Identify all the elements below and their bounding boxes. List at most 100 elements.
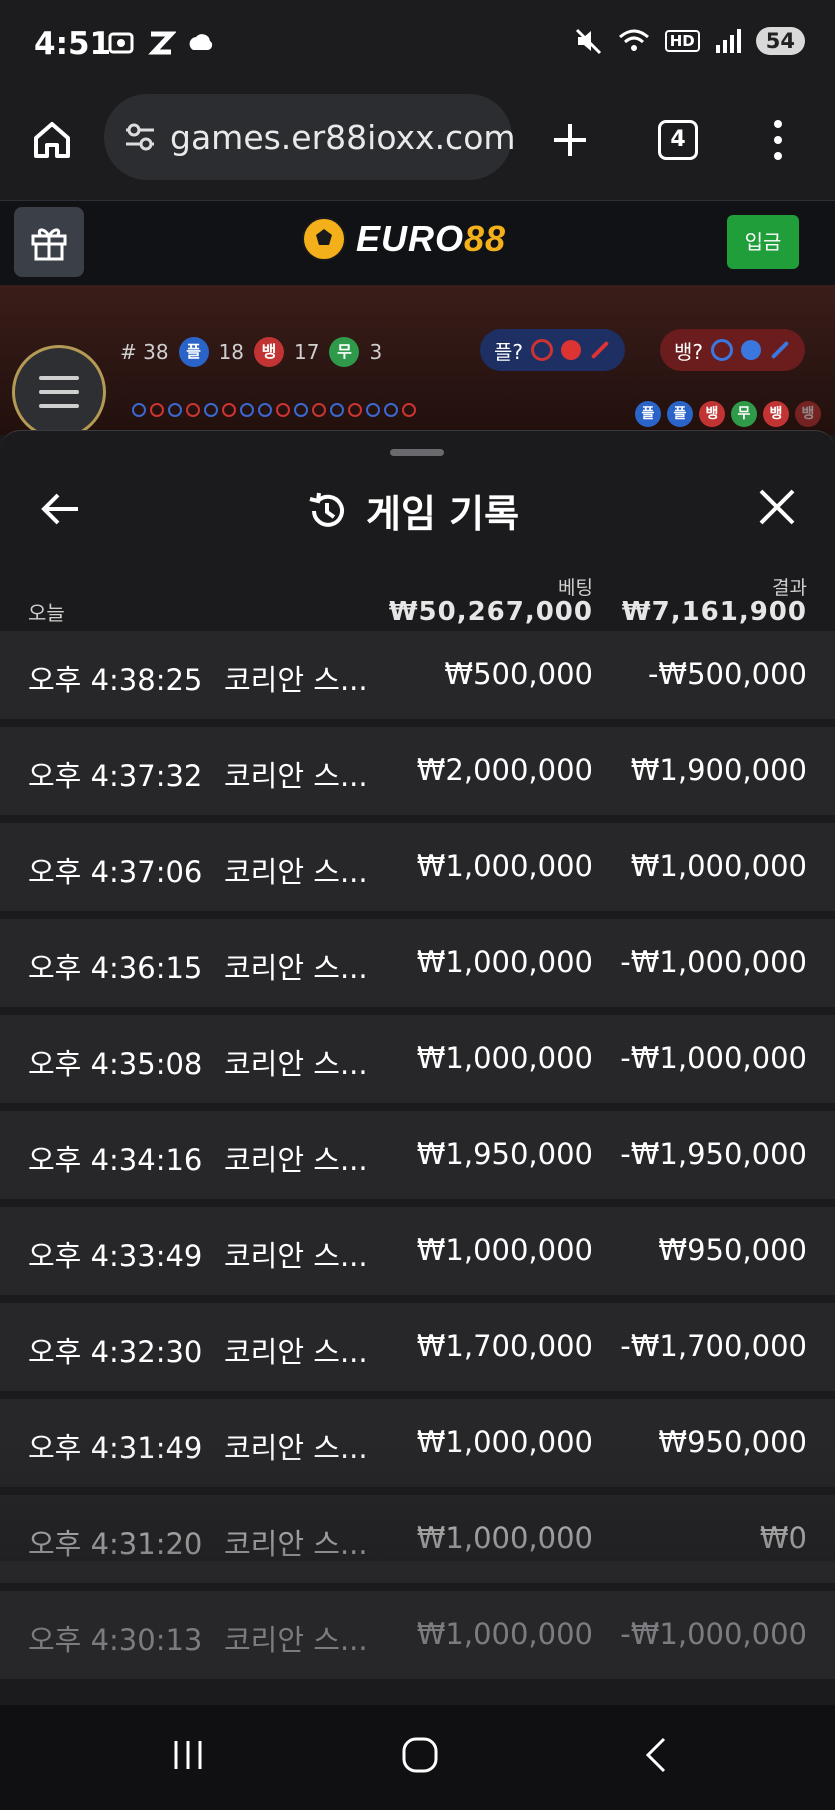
history-row[interactable]: 오후 4:38:25 코리안 스... ₩500,000 -₩500,000 [0, 631, 835, 719]
row-game: 코리안 스... [224, 759, 368, 793]
row-result: ₩1,000,000 [630, 849, 807, 883]
sheet-drag-handle[interactable] [390, 449, 444, 456]
back-nav-icon[interactable] [636, 1735, 676, 1775]
screenshot-icon [108, 32, 134, 54]
history-row[interactable]: 오후 4:30:13 코리안 스... ₩1,000,000 -₩1,000,000 [0, 1591, 835, 1679]
row-bet: ₩500,000 [444, 657, 593, 691]
logo-text: EURO88 [356, 218, 506, 260]
battery-indicator: 54 [755, 27, 805, 55]
row-game: 코리안 스... [224, 1047, 368, 1081]
row-time: 오후 4:32:30 [28, 1335, 203, 1369]
row-bet: ₩1,000,000 [416, 1521, 593, 1555]
history-list: 오후 4:38:25 코리안 스... ₩500,000 -₩500,000 오후 4… [0, 631, 835, 1687]
tie-chip: 무 [329, 337, 360, 367]
history-row[interactable]: 오후 4:36:15 코리안 스... ₩1,000,000 -₩1,000,000 [0, 919, 835, 1007]
banker-predict-label: 뱅? [674, 339, 704, 364]
banker-count: 17 [294, 340, 320, 364]
mute-icon [575, 28, 601, 55]
home-nav-icon[interactable] [400, 1735, 440, 1775]
signal-icon [715, 29, 741, 53]
row-result: -₩1,700,000 [620, 1329, 807, 1363]
address-bar[interactable]: games.er88ioxx.com [104, 94, 516, 180]
row-result: ₩950,000 [658, 1233, 807, 1267]
gift-icon [31, 228, 67, 261]
row-result: -₩1,000,000 [620, 1617, 807, 1651]
back-arrow-icon[interactable] [38, 487, 82, 531]
round-stats: # 38 플 18 뱅 17 무 3 [120, 337, 382, 367]
sheet-header: 게임 기록 [0, 471, 835, 551]
row-time: 오후 4:30:13 [28, 1623, 203, 1657]
row-time: 오후 4:38:25 [28, 663, 203, 697]
player-chip: 플 [178, 337, 209, 367]
row-bet: ₩1,000,000 [416, 945, 593, 979]
site-settings-icon[interactable] [122, 120, 158, 154]
row-time: 오후 4:31:20 [28, 1527, 203, 1561]
close-icon[interactable] [757, 487, 797, 527]
row-time: 오후 4:31:49 [28, 1431, 203, 1465]
history-row[interactable]: 오후 4:33:49 코리안 스... ₩1,000,000 ₩950,000 [0, 1207, 835, 1295]
tie-count: 3 [369, 340, 383, 364]
new-tab-icon[interactable] [550, 120, 590, 160]
game-history-sheet: 게임 기록 오늘 베팅 ₩50,267,000 결과 ₩7,161,900 오후… [0, 430, 835, 1706]
game-menu-button[interactable] [12, 345, 106, 439]
row-result: ₩950,000 [658, 1425, 807, 1459]
player-predict-button[interactable]: 플? [480, 329, 626, 371]
history-row[interactable]: 오후 4:37:06 코리안 스... ₩1,000,000 ₩1,000,000 [0, 823, 835, 911]
row-game: 코리안 스... [224, 1239, 368, 1273]
row-bet: ₩1,000,000 [416, 1041, 593, 1075]
history-row[interactable]: 오후 4:31:20 코리안 스... ₩1,000,000 ₩0 [0, 1495, 835, 1583]
banker-predict-button[interactable]: 뱅? [660, 329, 806, 371]
row-result: -₩1,000,000 [620, 945, 807, 979]
home-icon[interactable] [30, 118, 74, 162]
more-menu-icon[interactable] [768, 118, 788, 162]
row-result: -₩1,950,000 [620, 1137, 807, 1171]
history-row[interactable]: 오후 4:37:32 코리안 스... ₩2,000,000 ₩1,900,000 [0, 727, 835, 815]
row-result: -₩1,000,000 [620, 1041, 807, 1075]
hamburger-icon [39, 376, 79, 380]
banker-chip: 뱅 [254, 337, 285, 367]
bet-total: ₩50,267,000 [388, 597, 593, 627]
game-strip: # 38 플 18 뱅 17 무 3 플? 뱅? 플 플 뱅 무 뱅 뱅 [0, 285, 835, 439]
row-bet: ₩2,000,000 [416, 753, 593, 787]
browser-toolbar: games.er88ioxx.com 4 [0, 88, 835, 200]
row-time: 오후 4:35:08 [28, 1047, 203, 1081]
round-number: # 38 [120, 340, 169, 364]
row-game: 코리안 스... [224, 1431, 368, 1465]
recent-result: 플 [667, 401, 693, 427]
deposit-button[interactable]: 입금 [727, 215, 799, 269]
site-logo[interactable]: EURO88 [300, 215, 506, 263]
gift-button[interactable] [14, 207, 84, 277]
row-bet: ₩1,000,000 [416, 1233, 593, 1267]
recent-results: 플 플 뱅 무 뱅 뱅 [635, 401, 821, 427]
row-result: -₩500,000 [647, 657, 807, 691]
status-bar: 4:51 HD 54 [0, 0, 835, 88]
row-game: 코리안 스... [224, 1143, 368, 1177]
tab-switcher-button[interactable]: 4 [658, 120, 698, 160]
row-time: 오후 4:37:32 [28, 759, 203, 793]
recent-apps-icon[interactable] [168, 1735, 208, 1775]
dot-icon [561, 340, 582, 360]
soccer-ball-icon [302, 217, 346, 261]
row-result: ₩1,900,000 [630, 753, 807, 787]
bead-road [132, 403, 416, 417]
row-time: 오후 4:33:49 [28, 1239, 203, 1273]
recent-result: 무 [731, 401, 757, 427]
bet-header: 베팅 [558, 577, 593, 599]
player-predict-label: 플? [494, 339, 524, 364]
result-total: ₩7,161,900 [621, 597, 807, 627]
row-bet: ₩1,000,000 [416, 1617, 593, 1651]
status-left-icons [106, 28, 216, 58]
recent-result: 플 [635, 401, 661, 427]
history-row[interactable]: 오후 4:34:16 코리안 스... ₩1,950,000 -₩1,950,000 [0, 1111, 835, 1199]
recent-result: 뱅 [699, 401, 725, 427]
history-row[interactable]: 오후 4:32:30 코리안 스... ₩1,700,000 -₩1,700,000 [0, 1303, 835, 1391]
cloud-app-icon [189, 34, 213, 50]
row-game: 코리안 스... [224, 1527, 368, 1561]
row-game: 코리안 스... [224, 1335, 368, 1369]
history-icon [309, 492, 344, 527]
history-row[interactable]: 오후 4:31:49 코리안 스... ₩1,000,000 ₩950,000 [0, 1399, 835, 1487]
row-bet: ₩1,700,000 [416, 1329, 593, 1363]
history-row[interactable]: 오후 4:35:08 코리안 스... ₩1,000,000 -₩1,000,000 [0, 1015, 835, 1103]
row-bet: ₩1,950,000 [416, 1137, 593, 1171]
row-result: ₩0 [759, 1521, 807, 1555]
